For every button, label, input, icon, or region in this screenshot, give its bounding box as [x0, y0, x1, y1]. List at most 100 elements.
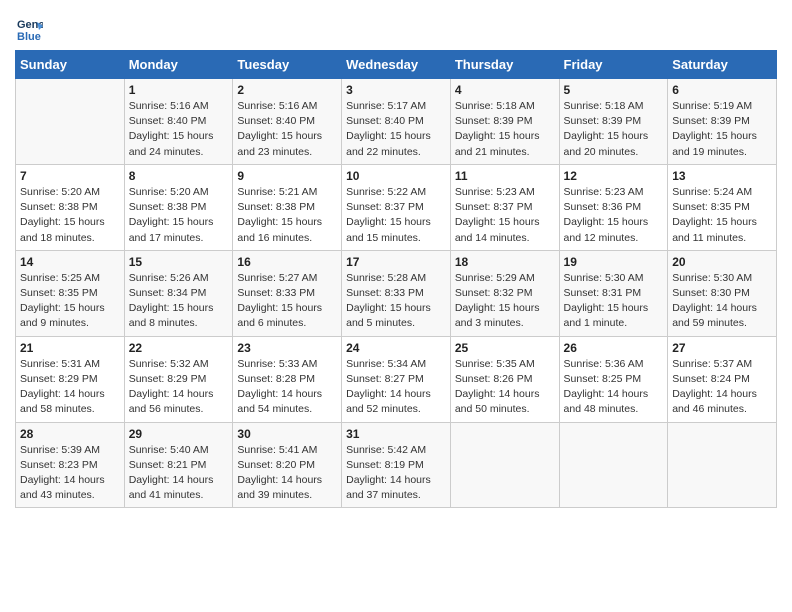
calendar-week-row: 1 Sunrise: 5:16 AMSunset: 8:40 PMDaylight…: [16, 79, 777, 165]
logo: General Blue: [15, 14, 47, 42]
calendar-cell: [450, 422, 559, 508]
calendar-table: SundayMondayTuesdayWednesdayThursdayFrid…: [15, 50, 777, 508]
day-info: Sunrise: 5:20 AMSunset: 8:38 PMDaylight:…: [20, 185, 120, 246]
day-info: Sunrise: 5:29 AMSunset: 8:32 PMDaylight:…: [455, 271, 555, 332]
day-info: Sunrise: 5:31 AMSunset: 8:29 PMDaylight:…: [20, 357, 120, 418]
day-number: 18: [455, 255, 555, 269]
calendar-cell: 21 Sunrise: 5:31 AMSunset: 8:29 PMDayligh…: [16, 336, 125, 422]
calendar-cell: 8 Sunrise: 5:20 AMSunset: 8:38 PMDaylight…: [124, 164, 233, 250]
calendar-cell: 4 Sunrise: 5:18 AMSunset: 8:39 PMDaylight…: [450, 79, 559, 165]
day-info: Sunrise: 5:30 AMSunset: 8:30 PMDaylight:…: [672, 271, 772, 332]
day-info: Sunrise: 5:24 AMSunset: 8:35 PMDaylight:…: [672, 185, 772, 246]
day-number: 11: [455, 169, 555, 183]
day-header-sunday: Sunday: [16, 51, 125, 79]
calendar-cell: 7 Sunrise: 5:20 AMSunset: 8:38 PMDaylight…: [16, 164, 125, 250]
day-number: 7: [20, 169, 120, 183]
day-header-wednesday: Wednesday: [342, 51, 451, 79]
calendar-cell: 20Sunrise: 5:30 AMSunset: 8:30 PMDayligh…: [668, 250, 777, 336]
day-number: 24: [346, 341, 446, 355]
day-info: Sunrise: 5:30 AMSunset: 8:31 PMDaylight:…: [564, 271, 664, 332]
day-number: 23: [237, 341, 337, 355]
day-number: 10: [346, 169, 446, 183]
day-info: Sunrise: 5:34 AMSunset: 8:27 PMDaylight:…: [346, 357, 446, 418]
day-header-tuesday: Tuesday: [233, 51, 342, 79]
day-number: 1: [129, 83, 229, 97]
calendar-cell: [16, 79, 125, 165]
day-number: 12: [564, 169, 664, 183]
day-info: Sunrise: 5:21 AMSunset: 8:38 PMDaylight:…: [237, 185, 337, 246]
day-header-saturday: Saturday: [668, 51, 777, 79]
day-number: 29: [129, 427, 229, 441]
day-number: 21: [20, 341, 120, 355]
calendar-cell: 13 Sunrise: 5:24 AMSunset: 8:35 PMDayligh…: [668, 164, 777, 250]
day-number: 19: [564, 255, 664, 269]
calendar-week-row: 7 Sunrise: 5:20 AMSunset: 8:38 PMDaylight…: [16, 164, 777, 250]
calendar-cell: 23 Sunrise: 5:33 AMSunset: 8:28 PMDayligh…: [233, 336, 342, 422]
calendar-cell: 24 Sunrise: 5:34 AMSunset: 8:27 PMDayligh…: [342, 336, 451, 422]
day-number: 8: [129, 169, 229, 183]
calendar-cell: 16 Sunrise: 5:27 AMSunset: 8:33 PMDayligh…: [233, 250, 342, 336]
day-number: 4: [455, 83, 555, 97]
day-info: Sunrise: 5:18 AMSunset: 8:39 PMDaylight:…: [455, 99, 555, 160]
day-info: Sunrise: 5:27 AMSunset: 8:33 PMDaylight:…: [237, 271, 337, 332]
day-number: 5: [564, 83, 664, 97]
day-info: Sunrise: 5:33 AMSunset: 8:28 PMDaylight:…: [237, 357, 337, 418]
calendar-cell: 14 Sunrise: 5:25 AMSunset: 8:35 PMDayligh…: [16, 250, 125, 336]
calendar-cell: 1 Sunrise: 5:16 AMSunset: 8:40 PMDaylight…: [124, 79, 233, 165]
day-info: Sunrise: 5:35 AMSunset: 8:26 PMDaylight:…: [455, 357, 555, 418]
day-number: 22: [129, 341, 229, 355]
day-info: Sunrise: 5:39 AMSunset: 8:23 PMDaylight:…: [20, 443, 120, 504]
calendar-cell: 26Sunrise: 5:36 AMSunset: 8:25 PMDayligh…: [559, 336, 668, 422]
day-info: Sunrise: 5:40 AMSunset: 8:21 PMDaylight:…: [129, 443, 229, 504]
calendar-cell: [668, 422, 777, 508]
day-number: 28: [20, 427, 120, 441]
calendar-cell: 6 Sunrise: 5:19 AMSunset: 8:39 PMDaylight…: [668, 79, 777, 165]
calendar-cell: 27 Sunrise: 5:37 AMSunset: 8:24 PMDayligh…: [668, 336, 777, 422]
day-info: Sunrise: 5:28 AMSunset: 8:33 PMDaylight:…: [346, 271, 446, 332]
day-info: Sunrise: 5:18 AMSunset: 8:39 PMDaylight:…: [564, 99, 664, 160]
day-number: 16: [237, 255, 337, 269]
day-info: Sunrise: 5:20 AMSunset: 8:38 PMDaylight:…: [129, 185, 229, 246]
day-info: Sunrise: 5:23 AMSunset: 8:37 PMDaylight:…: [455, 185, 555, 246]
day-info: Sunrise: 5:23 AMSunset: 8:36 PMDaylight:…: [564, 185, 664, 246]
page-header: General Blue: [15, 10, 777, 42]
day-info: Sunrise: 5:32 AMSunset: 8:29 PMDaylight:…: [129, 357, 229, 418]
calendar-cell: 2 Sunrise: 5:16 AMSunset: 8:40 PMDaylight…: [233, 79, 342, 165]
day-header-monday: Monday: [124, 51, 233, 79]
day-header-thursday: Thursday: [450, 51, 559, 79]
day-info: Sunrise: 5:42 AMSunset: 8:19 PMDaylight:…: [346, 443, 446, 504]
logo-icon: General Blue: [15, 14, 43, 42]
calendar-header-row: SundayMondayTuesdayWednesdayThursdayFrid…: [16, 51, 777, 79]
calendar-week-row: 28 Sunrise: 5:39 AMSunset: 8:23 PMDayligh…: [16, 422, 777, 508]
calendar-cell: 28 Sunrise: 5:39 AMSunset: 8:23 PMDayligh…: [16, 422, 125, 508]
calendar-cell: 9Sunrise: 5:21 AMSunset: 8:38 PMDaylight…: [233, 164, 342, 250]
calendar-cell: 12 Sunrise: 5:23 AMSunset: 8:36 PMDayligh…: [559, 164, 668, 250]
calendar-cell: 30Sunrise: 5:41 AMSunset: 8:20 PMDayligh…: [233, 422, 342, 508]
day-info: Sunrise: 5:16 AMSunset: 8:40 PMDaylight:…: [129, 99, 229, 160]
calendar-cell: 31 Sunrise: 5:42 AMSunset: 8:19 PMDayligh…: [342, 422, 451, 508]
calendar-week-row: 14 Sunrise: 5:25 AMSunset: 8:35 PMDayligh…: [16, 250, 777, 336]
day-info: Sunrise: 5:36 AMSunset: 8:25 PMDaylight:…: [564, 357, 664, 418]
calendar-cell: 19 Sunrise: 5:30 AMSunset: 8:31 PMDayligh…: [559, 250, 668, 336]
day-number: 13: [672, 169, 772, 183]
calendar-cell: 17Sunrise: 5:28 AMSunset: 8:33 PMDayligh…: [342, 250, 451, 336]
calendar-cell: 29 Sunrise: 5:40 AMSunset: 8:21 PMDayligh…: [124, 422, 233, 508]
calendar-cell: [559, 422, 668, 508]
calendar-cell: 22 Sunrise: 5:32 AMSunset: 8:29 PMDayligh…: [124, 336, 233, 422]
day-number: 27: [672, 341, 772, 355]
svg-text:Blue: Blue: [17, 31, 41, 42]
day-info: Sunrise: 5:19 AMSunset: 8:39 PMDaylight:…: [672, 99, 772, 160]
day-number: 6: [672, 83, 772, 97]
day-number: 25: [455, 341, 555, 355]
day-number: 30: [237, 427, 337, 441]
calendar-week-row: 21 Sunrise: 5:31 AMSunset: 8:29 PMDayligh…: [16, 336, 777, 422]
day-info: Sunrise: 5:16 AMSunset: 8:40 PMDaylight:…: [237, 99, 337, 160]
day-number: 2: [237, 83, 337, 97]
day-info: Sunrise: 5:22 AMSunset: 8:37 PMDaylight:…: [346, 185, 446, 246]
day-info: Sunrise: 5:17 AMSunset: 8:40 PMDaylight:…: [346, 99, 446, 160]
day-number: 14: [20, 255, 120, 269]
day-info: Sunrise: 5:25 AMSunset: 8:35 PMDaylight:…: [20, 271, 120, 332]
day-info: Sunrise: 5:26 AMSunset: 8:34 PMDaylight:…: [129, 271, 229, 332]
day-info: Sunrise: 5:37 AMSunset: 8:24 PMDaylight:…: [672, 357, 772, 418]
day-number: 31: [346, 427, 446, 441]
